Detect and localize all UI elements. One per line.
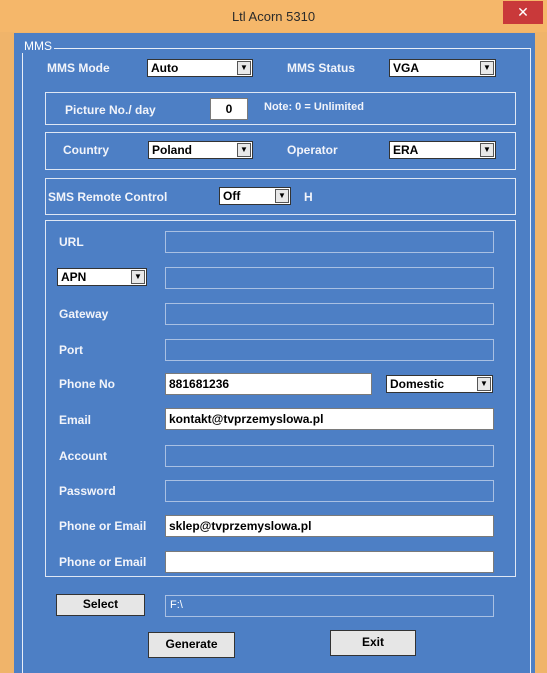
arrow-down-icon: ▼ xyxy=(275,189,289,203)
apn-type-select[interactable]: APN ▼ xyxy=(57,268,147,286)
arrow-down-icon: ▼ xyxy=(237,61,251,75)
gateway-input[interactable] xyxy=(165,303,494,325)
email-label: Email xyxy=(59,413,92,427)
phone-no-label: Phone No xyxy=(59,377,115,391)
picture-note: Note: 0 = Unlimited xyxy=(264,101,364,113)
window-title: Ltl Acorn 5310 xyxy=(231,9,316,24)
sms-remote-control-label: SMS Remote Control xyxy=(48,190,168,204)
country-label: Country xyxy=(63,143,109,157)
arrow-down-icon: ▼ xyxy=(480,143,494,157)
country-select[interactable]: Poland ▼ xyxy=(148,141,253,159)
client-area: MMS MMS Mode Auto ▼ MMS Status VGA ▼ Pic… xyxy=(14,33,535,673)
operator-label: Operator xyxy=(287,143,338,157)
phone-no-input[interactable]: 881681236 xyxy=(165,373,372,395)
mms-mode-label: MMS Mode xyxy=(47,61,110,75)
arrow-down-icon: ▼ xyxy=(237,143,251,157)
mms-status-label: MMS Status xyxy=(287,61,356,75)
email-input[interactable]: kontakt@tvprzemyslowa.pl xyxy=(165,408,494,430)
apn-input[interactable] xyxy=(165,267,494,289)
mms-status-value: VGA xyxy=(393,61,420,75)
sms-remote-control-suffix: H xyxy=(304,190,313,204)
account-input[interactable] xyxy=(165,445,494,467)
title-bar: Ltl Acorn 5310 ✕ xyxy=(0,0,547,32)
sms-remote-control-select[interactable]: Off ▼ xyxy=(219,187,291,205)
phone-type-value: Domestic xyxy=(390,377,445,391)
password-label: Password xyxy=(59,484,116,498)
password-input[interactable] xyxy=(165,480,494,502)
close-icon: ✕ xyxy=(517,4,529,20)
phone-or-email-2-label: Phone or Email xyxy=(59,555,147,569)
phone-or-email-2-input[interactable] xyxy=(165,551,494,573)
mms-mode-select[interactable]: Auto ▼ xyxy=(147,59,253,77)
picture-per-day-input[interactable]: 0 xyxy=(210,98,248,120)
apn-type-value: APN xyxy=(61,270,87,284)
mms-status-select[interactable]: VGA ▼ xyxy=(389,59,496,77)
app-window: Ltl Acorn 5310 ✕ MMS MMS Mode Auto ▼ MMS… xyxy=(0,0,547,673)
account-label: Account xyxy=(59,449,107,463)
port-label: Port xyxy=(59,343,83,357)
close-button[interactable]: ✕ xyxy=(503,1,543,24)
picture-per-day-label: Picture No./ day xyxy=(65,103,156,117)
mms-mode-value: Auto xyxy=(151,61,179,75)
operator-value: ERA xyxy=(393,143,419,157)
exit-button[interactable]: Exit xyxy=(330,630,416,656)
mms-group-legend: MMS xyxy=(22,39,54,53)
phone-type-select[interactable]: Domestic ▼ xyxy=(386,375,493,393)
gateway-label: Gateway xyxy=(59,307,109,321)
phone-or-email-1-label: Phone or Email xyxy=(59,519,147,533)
arrow-down-icon: ▼ xyxy=(131,270,145,284)
arrow-down-icon: ▼ xyxy=(480,61,494,75)
select-button[interactable]: Select xyxy=(56,594,145,616)
generate-button[interactable]: Generate xyxy=(148,632,235,658)
sms-remote-control-value: Off xyxy=(223,189,241,203)
port-input[interactable] xyxy=(165,339,494,361)
operator-select[interactable]: ERA ▼ xyxy=(389,141,496,159)
url-input[interactable] xyxy=(165,231,494,253)
path-field: F:\ xyxy=(165,595,494,617)
url-label: URL xyxy=(59,235,84,249)
phone-or-email-1-input[interactable]: sklep@tvprzemyslowa.pl xyxy=(165,515,494,537)
arrow-down-icon: ▼ xyxy=(477,377,491,391)
country-value: Poland xyxy=(152,143,193,157)
